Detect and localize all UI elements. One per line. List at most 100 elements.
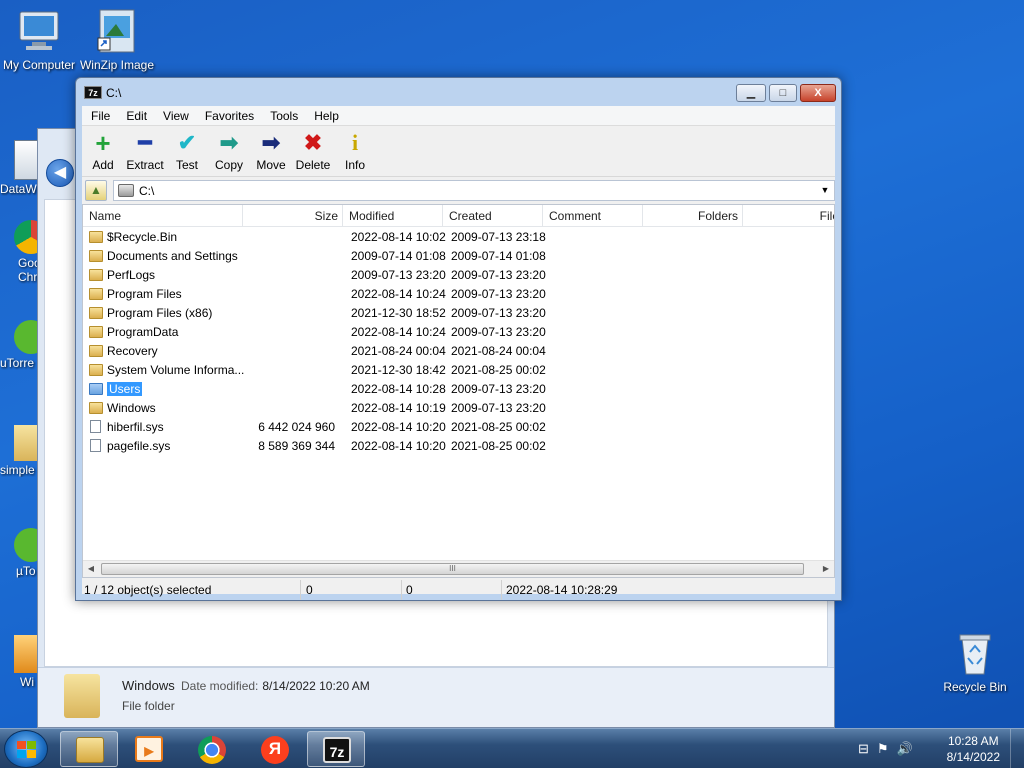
back-arrow-icon[interactable]: ◀	[46, 159, 74, 187]
status-bar: 1 / 12 object(s) selected 0 0 2022-08-14…	[82, 580, 835, 600]
column-created[interactable]: Created	[443, 205, 543, 227]
7zip-icon: 7z	[323, 737, 351, 763]
add-button[interactable]: + Add	[82, 130, 124, 172]
folder-icon	[89, 269, 103, 281]
file-name: Program Files	[107, 287, 182, 301]
file-row[interactable]: ProgramData 2022-08-14 10:24 2009-07-13 23…	[83, 323, 834, 342]
folder-icon	[89, 345, 103, 357]
file-modified: 2021-12-30 18:52	[351, 306, 446, 320]
close-button[interactable]: X	[800, 84, 836, 102]
menu-favorites[interactable]: Favorites	[197, 106, 262, 126]
clock-time: 10:28 AM	[947, 734, 999, 748]
chevron-down-icon[interactable]: ▼	[818, 181, 832, 200]
desktop-icon-label: Wi	[20, 675, 34, 689]
file-created: 2009-07-13 23:20	[451, 306, 546, 320]
column-size[interactable]: Size	[243, 205, 343, 227]
desktop-icon-mu-torrent[interactable]: µTo	[0, 528, 40, 578]
start-button[interactable]	[4, 730, 48, 768]
move-icon: ➡	[261, 130, 281, 155]
minimize-button[interactable]: ▁	[736, 84, 766, 102]
file-row[interactable]: Windows 2022-08-14 10:19 2009-07-13 23:20	[83, 399, 834, 418]
menu-help[interactable]: Help	[306, 106, 347, 126]
scroll-left-icon[interactable]: ◀	[83, 561, 99, 577]
desktop-icon-wi[interactable]: Wi	[0, 635, 40, 689]
taskbar-media-player-button[interactable]: ▶	[120, 731, 178, 767]
taskbar-explorer-button[interactable]	[60, 731, 118, 767]
up-folder-icon[interactable]: ▲	[85, 180, 107, 201]
7zip-window[interactable]: 7z C:\ ▁ □ X File Edit View Favorites Tools H…	[75, 77, 842, 601]
show-desktop-button[interactable]	[1010, 729, 1024, 768]
add-label: Add	[92, 158, 114, 172]
taskbar-7zip-button[interactable]: 7z	[307, 731, 365, 767]
tray-icons[interactable]: ⊟⚑🔊	[858, 741, 921, 757]
file-name: Windows	[107, 401, 156, 415]
move-button[interactable]: ➡ Move	[250, 130, 292, 173]
file-row[interactable]: PerfLogs 2009-07-13 23:20 2009-07-13 23:20	[83, 266, 834, 285]
desktop-icon-label: uTorre	[0, 356, 35, 370]
column-files[interactable]: File	[743, 205, 834, 227]
taskbar-chrome-button[interactable]	[183, 731, 241, 767]
scroll-right-icon[interactable]: ▶	[818, 561, 834, 577]
file-name: ProgramData	[107, 325, 179, 339]
desktop-icon-recycle-bin[interactable]: Recycle Bin	[935, 630, 1015, 694]
scroll-thumb[interactable]: III	[101, 563, 804, 575]
file-created: 2021-08-25 00:02	[451, 363, 546, 377]
chrome-icon	[14, 220, 38, 254]
file-row[interactable]: Program Files (x86) 2021-12-30 18:52 2009-…	[83, 304, 834, 323]
file-name: PerfLogs	[107, 268, 156, 282]
column-folders[interactable]: Folders	[643, 205, 743, 227]
details-pane: Windows Date modified: 8/14/2022 10:20 AM…	[38, 667, 834, 727]
horizontal-scrollbar[interactable]: ◀ III ▶	[83, 560, 834, 577]
taskbar-yandex-button[interactable]: Я	[246, 731, 304, 767]
maximize-button[interactable]: □	[769, 84, 797, 102]
file-created: 2009-07-13 23:20	[451, 382, 546, 396]
window-client-area: File Edit View Favorites Tools Help + Add ━ E…	[82, 106, 835, 600]
menu-file[interactable]: File	[82, 106, 118, 126]
address-input[interactable]: C:\ ▼	[113, 180, 835, 201]
file-row[interactable]: Program Files 2022-08-14 10:24 2009-07-13 …	[83, 285, 834, 304]
file-row[interactable]: Documents and Settings 2009-07-14 01:08 20…	[83, 247, 834, 266]
file-row[interactable]: System Volume Informa... 2021-12-30 18:42…	[83, 361, 834, 380]
desktop-icon-my-computer[interactable]: My Computer	[0, 8, 79, 72]
extract-label: Extract	[126, 158, 164, 172]
desktop-icon-simple[interactable]: simple	[0, 425, 40, 477]
file-row[interactable]: Recovery 2021-08-24 00:04 2021-08-24 00:04	[83, 342, 834, 361]
status-modified: 2022-08-14 10:28:29	[506, 583, 618, 597]
menu-edit[interactable]: Edit	[118, 106, 155, 126]
copy-button[interactable]: ➡ Copy	[208, 131, 250, 173]
test-button[interactable]: ✔ Test	[166, 131, 208, 173]
file-row[interactable]: $Recycle.Bin 2022-08-14 10:02 2009-07-13 2…	[83, 228, 834, 247]
file-row-selected[interactable]: Users 2022-08-14 10:28 2009-07-13 23:20	[83, 380, 834, 399]
file-modified: 2009-07-13 23:20	[351, 268, 446, 282]
file-modified: 2021-08-24 00:04	[351, 344, 446, 358]
file-name: Users	[107, 382, 143, 396]
folder-icon	[89, 383, 103, 395]
windows-logo-icon	[17, 741, 37, 759]
menu-tools[interactable]: Tools	[262, 106, 306, 126]
file-modified: 2022-08-14 10:24	[351, 325, 446, 339]
desktop-icon-winzip-image[interactable]: WinZip Image	[77, 8, 157, 72]
menu-view[interactable]: View	[155, 106, 197, 126]
toolbar: + Add ━ Extract ✔ Test ➡ Copy ➡ Move ✖ D…	[82, 127, 835, 177]
delete-button[interactable]: ✖ Delete	[292, 130, 334, 173]
file-row[interactable]: pagefile.sys 8 589 369 344 2022-08-14 10:2…	[83, 437, 834, 456]
file-row[interactable]: hiberfil.sys 6 442 024 960 2022-08-14 10:2…	[83, 418, 834, 437]
desktop-icon-google-chrome[interactable]: Goo Chr	[0, 220, 38, 284]
delete-icon: ✖	[303, 130, 323, 155]
details-date-value: 8/14/2022 10:20 AM	[262, 679, 370, 693]
info-button[interactable]: i Info	[334, 131, 376, 173]
desktop-icon-label: Recycle Bin	[943, 680, 1007, 694]
desktop-icon-dataw[interactable]: DataW	[0, 140, 40, 196]
column-comment[interactable]: Comment	[543, 205, 643, 227]
column-modified[interactable]: Modified	[343, 205, 443, 227]
extract-button[interactable]: ━ Extract	[124, 131, 166, 173]
desktop-icon-utorrent[interactable]: uTorre	[0, 320, 40, 370]
folder-icon	[89, 402, 103, 414]
media-player-icon: ▶	[135, 736, 163, 762]
clock[interactable]: 10:28 AM 8/14/2022	[947, 733, 1000, 765]
file-list[interactable]: Name Size Modified Created Comment Folde…	[82, 204, 835, 578]
file-created: 2009-07-13 23:20	[451, 325, 546, 339]
title-bar[interactable]: 7z C:\ ▁ □ X	[76, 78, 841, 106]
column-name[interactable]: Name	[83, 205, 243, 227]
move-label: Move	[256, 158, 286, 172]
